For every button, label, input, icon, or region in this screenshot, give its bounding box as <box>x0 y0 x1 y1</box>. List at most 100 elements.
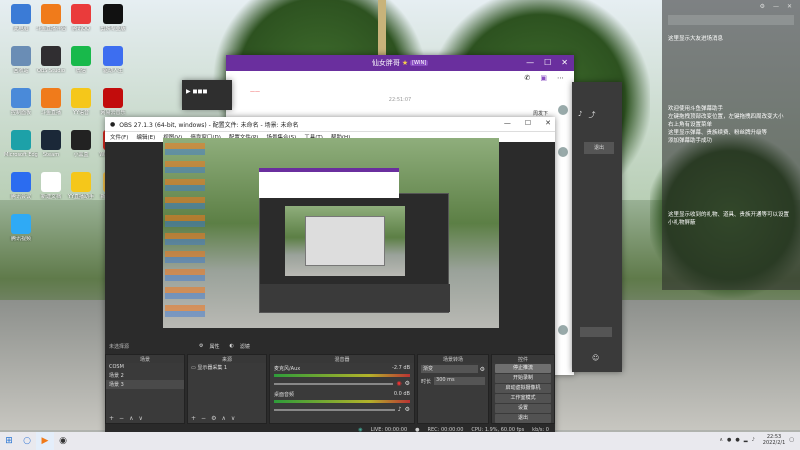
obs-preview[interactable] <box>163 138 499 328</box>
wechat-tray-icon[interactable]: ● <box>727 437 731 443</box>
volume-meter <box>274 374 410 377</box>
taskbar-app-douyu[interactable]: ▶ <box>36 432 54 450</box>
scene-item[interactable]: 场景 2 <box>106 371 184 380</box>
controls-list: 停止推流 开始录制 启动虚拟摄像机 工作室模式 设置 退出 <box>492 364 554 423</box>
chevron-down-icon[interactable]: ∨ <box>231 415 235 422</box>
mixer-channel: 麦克风/Aux -2.7 dB ◉ ⚙ <box>270 363 414 389</box>
chevron-up-icon[interactable]: ∧ <box>221 415 225 422</box>
volume-slider[interactable] <box>274 408 395 411</box>
gear-icon[interactable]: ⚙ <box>199 343 203 349</box>
desktop-icon[interactable]: 驱动人生 <box>96 46 130 74</box>
desktop-icon[interactable]: 斗鱼直播伴侣 <box>34 4 68 32</box>
search-icon[interactable]: ○ <box>18 432 36 450</box>
gear-icon[interactable]: ⚙ <box>211 415 216 422</box>
desktop-icon[interactable]: 微信 <box>64 46 98 74</box>
scene-item[interactable]: COSM <box>106 363 184 371</box>
share-icon[interactable]: ⤴ <box>588 110 595 120</box>
start-icon[interactable]: ⊞ <box>0 432 18 450</box>
obs-menu-item[interactable]: 编辑(E) <box>136 133 155 141</box>
network-icon[interactable]: ▂ <box>744 437 748 443</box>
chevron-up-icon[interactable]: ∧ <box>719 437 723 443</box>
source-item[interactable]: ▭ 显示器采集 1 <box>188 363 266 372</box>
remove-icon[interactable]: − <box>119 415 124 422</box>
avatar <box>558 147 568 157</box>
chat-window-titlebar[interactable]: 仙女胖哥 ★ [WIN] — ☐ ✕ <box>226 55 574 71</box>
maximize-icon[interactable]: ☐ <box>544 58 551 67</box>
danmu-search-input[interactable] <box>668 15 794 25</box>
minimize-icon[interactable]: — <box>773 3 779 10</box>
control-button[interactable]: 设置 <box>495 404 551 413</box>
panel-input[interactable] <box>580 327 612 337</box>
close-icon[interactable]: ✕ <box>561 58 568 67</box>
desktop-icon[interactable]: OBS Studio <box>34 46 68 74</box>
control-button[interactable]: 工作室模式 <box>495 394 551 403</box>
volume-icon[interactable]: ♪ <box>752 437 755 443</box>
close-icon[interactable]: ✕ <box>787 3 792 10</box>
desktop-icon[interactable]: 小黑盒 <box>64 130 98 158</box>
obs-titlebar[interactable]: ● OBS 27.1.3 (64-bit, windows) - 配置文件: 未… <box>105 117 555 131</box>
douyu-helper-window[interactable]: ▶ ◼◼◼ <box>182 80 232 110</box>
desktop-icon[interactable]: 回收站 <box>4 46 38 74</box>
control-button[interactable]: 退出 <box>495 414 551 423</box>
speaker-icon[interactable]: ♪ <box>398 406 402 413</box>
preview-desktop-icons <box>165 143 205 318</box>
desktop-icon[interactable]: 腾讯会议 <box>4 172 38 200</box>
desktop-icon[interactable]: 剪映专业版 <box>96 4 130 32</box>
duration-input[interactable]: 300 ms <box>434 377 485 385</box>
desktop-icon[interactable]: 斗鱼直播 <box>34 88 68 116</box>
control-button[interactable]: 停止推流 <box>495 364 551 373</box>
more-icon[interactable]: ⋯ <box>557 74 564 84</box>
desktop-icon[interactable]: 新建文档 <box>34 172 68 200</box>
obs-menu-item[interactable]: 文件(F) <box>110 133 128 141</box>
properties-button[interactable]: 属性 <box>209 343 219 350</box>
volume-slider[interactable] <box>274 382 394 385</box>
chat-link[interactable]: —— <box>250 89 260 95</box>
desktop-icon[interactable]: 腾讯视频 <box>4 214 38 242</box>
obs-window[interactable]: ● OBS 27.1.3 (64-bit, windows) - 配置文件: 未… <box>105 117 555 435</box>
live-assistant-panel[interactable]: ♪ ⤴ 退出 ☺ <box>572 82 622 372</box>
system-tray: ∧ ● ● ▂ ♪ 22:53 2022/2/1 ▢ <box>719 434 794 446</box>
transition-select[interactable]: 渐变 <box>421 365 478 373</box>
phone-icon[interactable]: ✆ <box>525 74 531 84</box>
chat-badge: [WIN] <box>410 60 429 66</box>
chevron-down-icon[interactable]: ∨ <box>138 415 142 422</box>
desktop-icon[interactable]: YY语音 <box>64 88 98 116</box>
app-icon <box>41 46 61 66</box>
emoji-icon[interactable]: ☺ <box>592 354 599 362</box>
desktop-icon[interactable]: 此电脑 <box>4 4 38 32</box>
bell-icon[interactable]: ♪ <box>578 110 582 120</box>
close-icon[interactable]: ✕ <box>545 119 551 127</box>
gear-icon[interactable]: ⚙ <box>405 380 410 387</box>
gear-icon[interactable]: ⚙ <box>480 366 485 373</box>
gear-icon[interactable]: ⚙ <box>405 406 410 413</box>
exit-button[interactable]: 退出 <box>584 142 614 154</box>
scene-item[interactable]: 场景 3 <box>106 380 184 389</box>
add-icon[interactable]: + <box>109 415 114 422</box>
clock[interactable]: 22:53 2022/2/1 <box>763 434 785 446</box>
notification-icon[interactable]: ▢ <box>789 437 794 443</box>
gear-icon[interactable]: ⚙ <box>760 3 765 10</box>
qq-tray-icon[interactable]: ● <box>735 437 739 443</box>
speaker-muted-icon[interactable]: ◉ <box>396 380 401 387</box>
app-icon <box>71 130 91 150</box>
remove-icon[interactable]: − <box>201 415 206 422</box>
desktop-icon[interactable]: Steam <box>34 130 68 158</box>
control-button[interactable]: 开始录制 <box>495 374 551 383</box>
maximize-icon[interactable]: ☐ <box>525 119 531 127</box>
desktop-icon-label: OBS Studio <box>37 68 65 74</box>
danmu-panel[interactable]: ⚙ — ✕ 这里显示大友进场消息 欢迎使用斗鱼弹幕助手 左键拖拽顶部改变位置，左键拖… <box>662 0 800 290</box>
control-button[interactable]: 启动虚拟摄像机 <box>495 384 551 393</box>
minimize-icon[interactable]: — <box>504 119 511 127</box>
minimize-icon[interactable]: — <box>526 58 534 67</box>
desktop-icon[interactable]: 网易云音乐 <box>96 88 130 116</box>
desktop-icon[interactable]: YY直播助手 <box>64 172 98 200</box>
filters-button[interactable]: 滤镜 <box>240 343 250 350</box>
taskbar-app-obs[interactable]: ◉ <box>54 432 72 450</box>
video-icon[interactable]: ▣ <box>540 74 547 84</box>
add-icon[interactable]: + <box>191 415 196 422</box>
desktop-icon[interactable]: 控制面板 <box>4 88 38 116</box>
filter-icon[interactable]: ◐ <box>230 343 234 349</box>
desktop-icon[interactable]: 腾讯QQ <box>64 4 98 32</box>
chevron-up-icon[interactable]: ∧ <box>129 415 133 422</box>
desktop-icon[interactable]: Microsoft Edge <box>4 130 38 158</box>
